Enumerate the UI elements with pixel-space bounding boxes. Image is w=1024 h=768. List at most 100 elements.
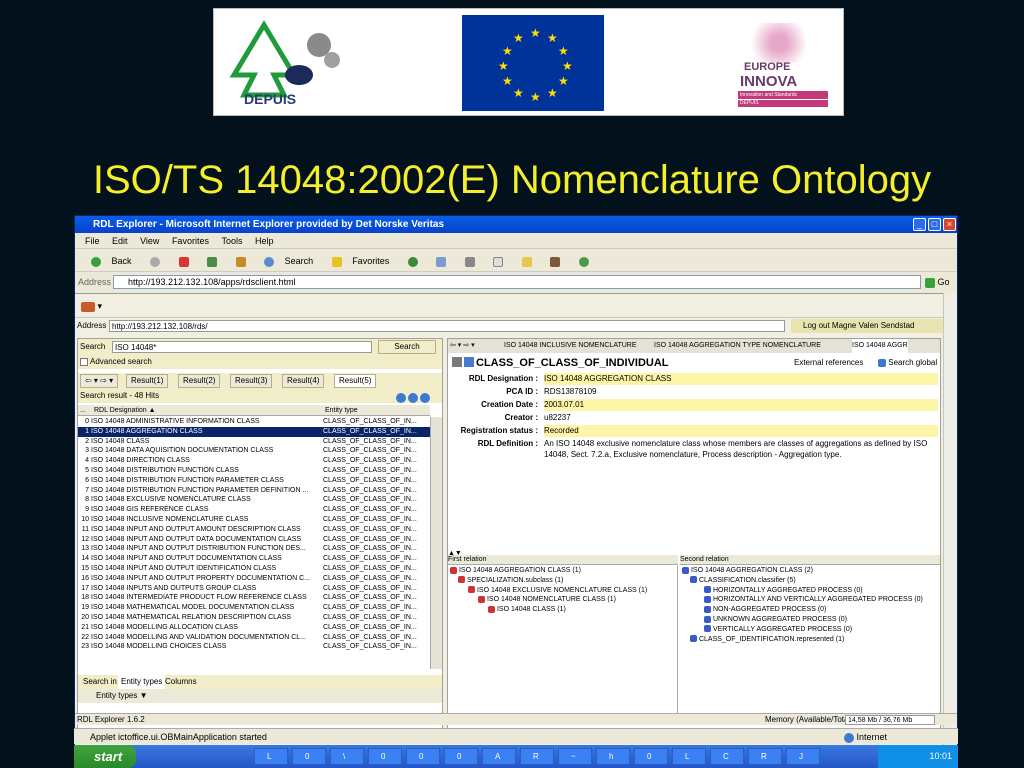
search-input[interactable]: ISO 14048* [112, 341, 372, 353]
tree-node[interactable]: ISO 14048 EXCLUSIVE NOMENCLATURE CLASS (… [448, 586, 677, 596]
table-row[interactable]: 13 ISO 14048 INPUT AND OUTPUT DISTRIBUTIO… [78, 544, 430, 554]
tab-columns[interactable]: Columns [162, 675, 200, 689]
tree-node[interactable]: ISO 14048 AGGREGATION CLASS (1) [448, 566, 677, 576]
menu-help[interactable]: Help [255, 236, 274, 246]
logout-button[interactable]: Log out Magne Valen Sendstad [791, 319, 943, 333]
table-row[interactable]: 6 ISO 14048 DISTRIBUTION FUNCTION PARAMET… [78, 476, 430, 486]
table-row[interactable]: 21 ISO 14048 MODELLING ALLOCATION CLASS CL… [78, 623, 430, 633]
taskbar-item[interactable]: \ [330, 748, 364, 765]
home-button[interactable] [228, 256, 246, 267]
tree-node[interactable]: CLASSIFICATION.classifier (5) [680, 576, 940, 586]
tab-aggregation-type[interactable]: ISO 14048 AGGREGATION TYPE NOMENCLATURE [654, 339, 821, 353]
mail-button[interactable] [428, 256, 447, 267]
table-row[interactable]: 0 ISO 14048 ADMINISTRATIVE INFORMATION CL… [78, 417, 430, 427]
taskbar-item[interactable]: C [710, 748, 744, 765]
messenger-button[interactable] [571, 256, 589, 267]
col-entity-type[interactable]: Entity type [325, 405, 358, 416]
table-row[interactable]: 20 ISO 14048 MATHEMATICAL RELATION DESCRI… [78, 613, 430, 623]
result-nav-arrows[interactable]: ⇦ ▾ ⇨ ▾ [80, 374, 119, 388]
external-references-button[interactable]: External references [794, 357, 863, 369]
app-menu-icon[interactable] [81, 301, 95, 312]
table-row[interactable]: 8 ISO 14048 EXCLUSIVE NOMENCLATURE CLASS C… [78, 495, 430, 505]
favorites-button[interactable]: Favorites [324, 256, 389, 267]
table-row[interactable]: 1 ISO 14048 AGGREGATION CLASS CLASS_OF_CLA… [78, 426, 430, 437]
stop-button[interactable] [171, 256, 189, 267]
table-row[interactable]: 19 ISO 14048 MATHEMATICAL MODEL DOCUMENTA… [78, 603, 430, 613]
minimize-icon[interactable]: _ [913, 218, 926, 231]
tree-node[interactable]: HORIZONTALLY AGGREGATED PROCESS (0) [680, 586, 940, 596]
detail-nav-arrows[interactable]: ⇦ ▾ ⇨ ▾ [450, 339, 475, 353]
taskbar-item[interactable]: J [786, 748, 820, 765]
taskbar-item[interactable]: L [254, 748, 288, 765]
pager-refresh-icon[interactable] [408, 392, 419, 403]
tab-result-5[interactable]: Result(5) [334, 374, 377, 388]
table-row[interactable]: 17 ISO 14048 INPUTS AND OUTPUTS GROUP CLA… [78, 584, 430, 594]
taskbar-item[interactable]: L [672, 748, 706, 765]
tab-aggregation-class[interactable]: ISO 14048 AGGR [852, 339, 908, 353]
table-row[interactable]: 15 ISO 14048 INPUT AND OUTPUT IDENTIFICAT… [78, 564, 430, 574]
menu-favorites[interactable]: Favorites [172, 236, 209, 246]
tree-node[interactable]: ISO 14048 AGGREGATION CLASS (2) [680, 566, 940, 576]
table-row[interactable]: 10 ISO 14048 INCLUSIVE NOMENCLATURE CLASS… [78, 515, 430, 525]
table-row[interactable]: 7 ISO 14048 DISTRIBUTION FUNCTION PARAMET… [78, 486, 430, 496]
table-row[interactable]: 4 ISO 14048 DIRECTION CLASS CLASS_OF_CLASS… [78, 456, 430, 466]
taskbar-item[interactable]: A [482, 748, 516, 765]
start-button[interactable]: start [74, 745, 136, 768]
print-button[interactable] [457, 256, 475, 267]
tree-node[interactable]: ISO 14048 CLASS (1) [448, 605, 677, 615]
table-row[interactable]: 23 ISO 14048 MODELLING CHOICES CLASS CLASS… [78, 642, 430, 652]
table-row[interactable]: 16 ISO 14048 INPUT AND OUTPUT PROPERTY DO… [78, 574, 430, 584]
edit-button[interactable] [485, 256, 504, 267]
tab-result-1[interactable]: Result(1) [126, 374, 169, 388]
folder-button[interactable] [514, 256, 532, 267]
research-button[interactable] [542, 256, 561, 267]
pager-prev-icon[interactable] [396, 392, 406, 403]
forward-button[interactable] [142, 256, 161, 267]
taskbar-item[interactable]: 0 [634, 748, 668, 765]
table-row[interactable]: 22 ISO 14048 MODELLING AND VALIDATION DOC… [78, 633, 430, 643]
taskbar-item[interactable]: R [520, 748, 554, 765]
menu-edit[interactable]: Edit [112, 236, 128, 246]
tree-node[interactable]: SPECIALIZATION.subclass (1) [448, 576, 677, 586]
table-row[interactable]: 11 ISO 14048 INPUT AND OUTPUT AMOUNT DESC… [78, 525, 430, 535]
tree-node[interactable]: HORIZONTALLY AND VERTICALLY AGGREGATED P… [680, 595, 940, 605]
table-row[interactable]: 14 ISO 14048 INPUT AND OUTPUT DOCUMENTATI… [78, 554, 430, 564]
tree-node[interactable]: UNKNOWN AGGREGATED PROCESS (0) [680, 615, 940, 625]
menu-file[interactable]: File [85, 236, 100, 246]
table-row[interactable]: 3 ISO 14048 DATA AQUISITION DOCUMENTATION… [78, 446, 430, 456]
table-row[interactable]: 5 ISO 14048 DISTRIBUTION FUNCTION CLASS CL… [78, 466, 430, 476]
table-row[interactable]: 2 ISO 14048 CLASS CLASS_OF_CLASS_OF_IN... [78, 437, 430, 447]
page-scrollbar[interactable] [943, 293, 957, 753]
tab-result-4[interactable]: Result(4) [282, 374, 325, 388]
advanced-search-checkbox[interactable] [80, 358, 88, 366]
history-button[interactable] [400, 256, 418, 267]
taskbar-item[interactable]: h [596, 748, 630, 765]
address-input[interactable]: http://193.212.132.108/apps/rdsclient.ht… [113, 275, 921, 289]
search-submit-button[interactable]: Search [378, 340, 436, 354]
taskbar-item[interactable]: ~ [558, 748, 592, 765]
table-row[interactable]: 18 ISO 14048 INTERMEDIATE PRODUCT FLOW RE… [78, 593, 430, 603]
back-button[interactable]: Back [83, 256, 132, 267]
table-row[interactable]: 12 ISO 14048 INPUT AND OUTPUT DATA DOCUME… [78, 535, 430, 545]
table-row[interactable]: 9 ISO 14048 GIS REFERENCE CLASS CLASS_OF_C… [78, 505, 430, 515]
menu-view[interactable]: View [140, 236, 159, 246]
search-button[interactable]: Search [256, 256, 313, 267]
tree-node[interactable]: ISO 14048 NOMENCLATURE CLASS (1) [448, 595, 677, 605]
results-scrollbar[interactable] [430, 417, 442, 669]
taskbar-item[interactable]: 0 [444, 748, 478, 765]
taskbar-item[interactable]: R [748, 748, 782, 765]
pager-icons[interactable] [396, 391, 431, 405]
tab-result-2[interactable]: Result(2) [178, 374, 221, 388]
tab-search-in[interactable]: Search in [80, 675, 120, 689]
app-address-input[interactable]: http://193.212.132.108/rds/ [109, 320, 785, 332]
entity-types-label[interactable]: Entity types ▼ [96, 691, 148, 700]
taskbar-item[interactable]: 0 [368, 748, 402, 765]
pager-next-icon[interactable] [420, 392, 431, 403]
tree-node[interactable]: NON-AGGREGATED PROCESS (0) [680, 605, 940, 615]
refresh-button[interactable] [199, 256, 218, 267]
menu-tools[interactable]: Tools [221, 236, 242, 246]
go-button[interactable]: Go [925, 275, 955, 289]
close-icon[interactable]: × [943, 218, 956, 231]
search-global-button[interactable]: Search global [878, 357, 937, 369]
tree-node[interactable]: VERTICALLY AGGREGATED PROCESS (0) [680, 625, 940, 635]
